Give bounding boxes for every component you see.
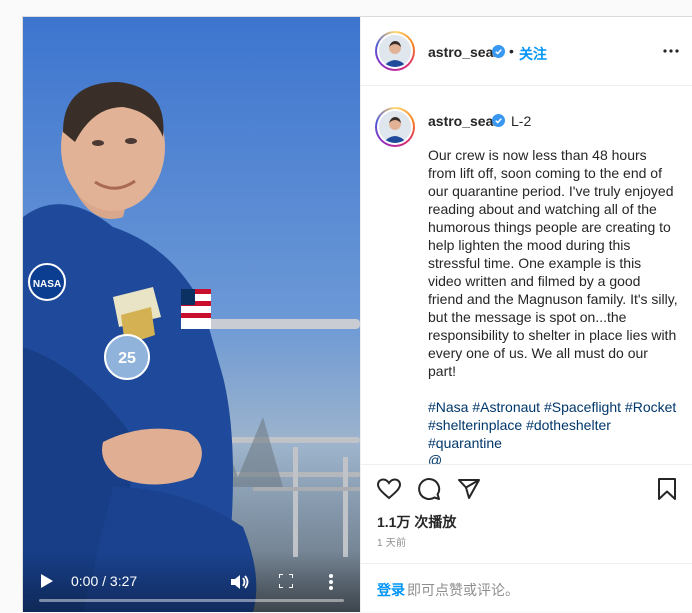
view-count[interactable]: 1.1万 次播放: [377, 512, 456, 532]
play-icon[interactable]: [41, 574, 53, 588]
login-prompt: 登录 即可点赞或评论。: [361, 563, 692, 613]
hashtag-link[interactable]: #Nasa: [428, 399, 468, 415]
verified-badge-icon: [492, 114, 505, 127]
video-time: 0:00 / 3:27: [71, 573, 138, 589]
header-username[interactable]: astro_seal: [428, 44, 497, 60]
bookmark-icon[interactable]: [655, 477, 679, 501]
fullscreen-icon[interactable]: [279, 574, 293, 588]
avatar-image: [379, 35, 411, 67]
hashtag-link[interactable]: #Rocket: [625, 399, 676, 415]
follow-button[interactable]: 关注: [519, 44, 547, 64]
volume-icon[interactable]: [231, 574, 249, 590]
caption-body: Our crew is now less than 48 hours from …: [428, 147, 682, 379]
video-progress-bar[interactable]: [39, 599, 344, 602]
mention-link[interactable]: @: [428, 452, 442, 464]
verified-badge-icon: [492, 45, 505, 58]
hashtag-link[interactable]: #quarantine: [428, 435, 502, 451]
avatar[interactable]: [375, 31, 415, 71]
video-more-icon[interactable]: [329, 574, 333, 590]
hashtag-link[interactable]: #Astronaut: [472, 399, 540, 415]
caption-title: L-2: [511, 113, 532, 129]
caption-avatar[interactable]: [375, 107, 415, 147]
post-header: astro_seal • 关注: [361, 17, 692, 86]
video-controls: 0:00 / 3:27: [23, 552, 360, 612]
nasa-patch-text: NASA: [33, 279, 61, 290]
post-container: NASA 25 0:00 / 3:27 astro_seal • 关注 astr…: [22, 16, 692, 612]
hashtag-link[interactable]: #Spaceflight: [544, 399, 621, 415]
caption-username[interactable]: astro_seal: [428, 113, 497, 129]
login-link[interactable]: 登录: [377, 580, 405, 600]
more-options-icon[interactable]: [663, 43, 679, 59]
comment-icon[interactable]: [417, 477, 441, 501]
action-bar: 1.1万 次播放 1 天前 登录 即可点赞或评论。: [361, 464, 692, 612]
hashtag-link[interactable]: #dotheshelter: [526, 417, 611, 433]
svg-text:25: 25: [118, 350, 136, 367]
post-panel: astro_seal • 关注 astro_seal L-2 Our crew …: [360, 17, 692, 612]
header-separator: •: [509, 43, 514, 59]
share-icon[interactable]: [457, 477, 481, 501]
login-prompt-text: 即可点赞或评论。: [407, 582, 519, 598]
video-player[interactable]: NASA 25 0:00 / 3:27: [23, 17, 360, 612]
hashtag-link[interactable]: #shelterinplace: [428, 417, 522, 433]
caption-section: astro_seal L-2 Our crew is now less than…: [361, 86, 692, 464]
post-timestamp[interactable]: 1 天前: [377, 534, 406, 549]
video-frame: NASA 25: [23, 17, 360, 612]
avatar-image: [379, 111, 411, 143]
hashtag-list: #Nasa #Astronaut #Spaceflight #Rocket #s…: [428, 398, 678, 452]
heart-icon[interactable]: [377, 477, 401, 501]
